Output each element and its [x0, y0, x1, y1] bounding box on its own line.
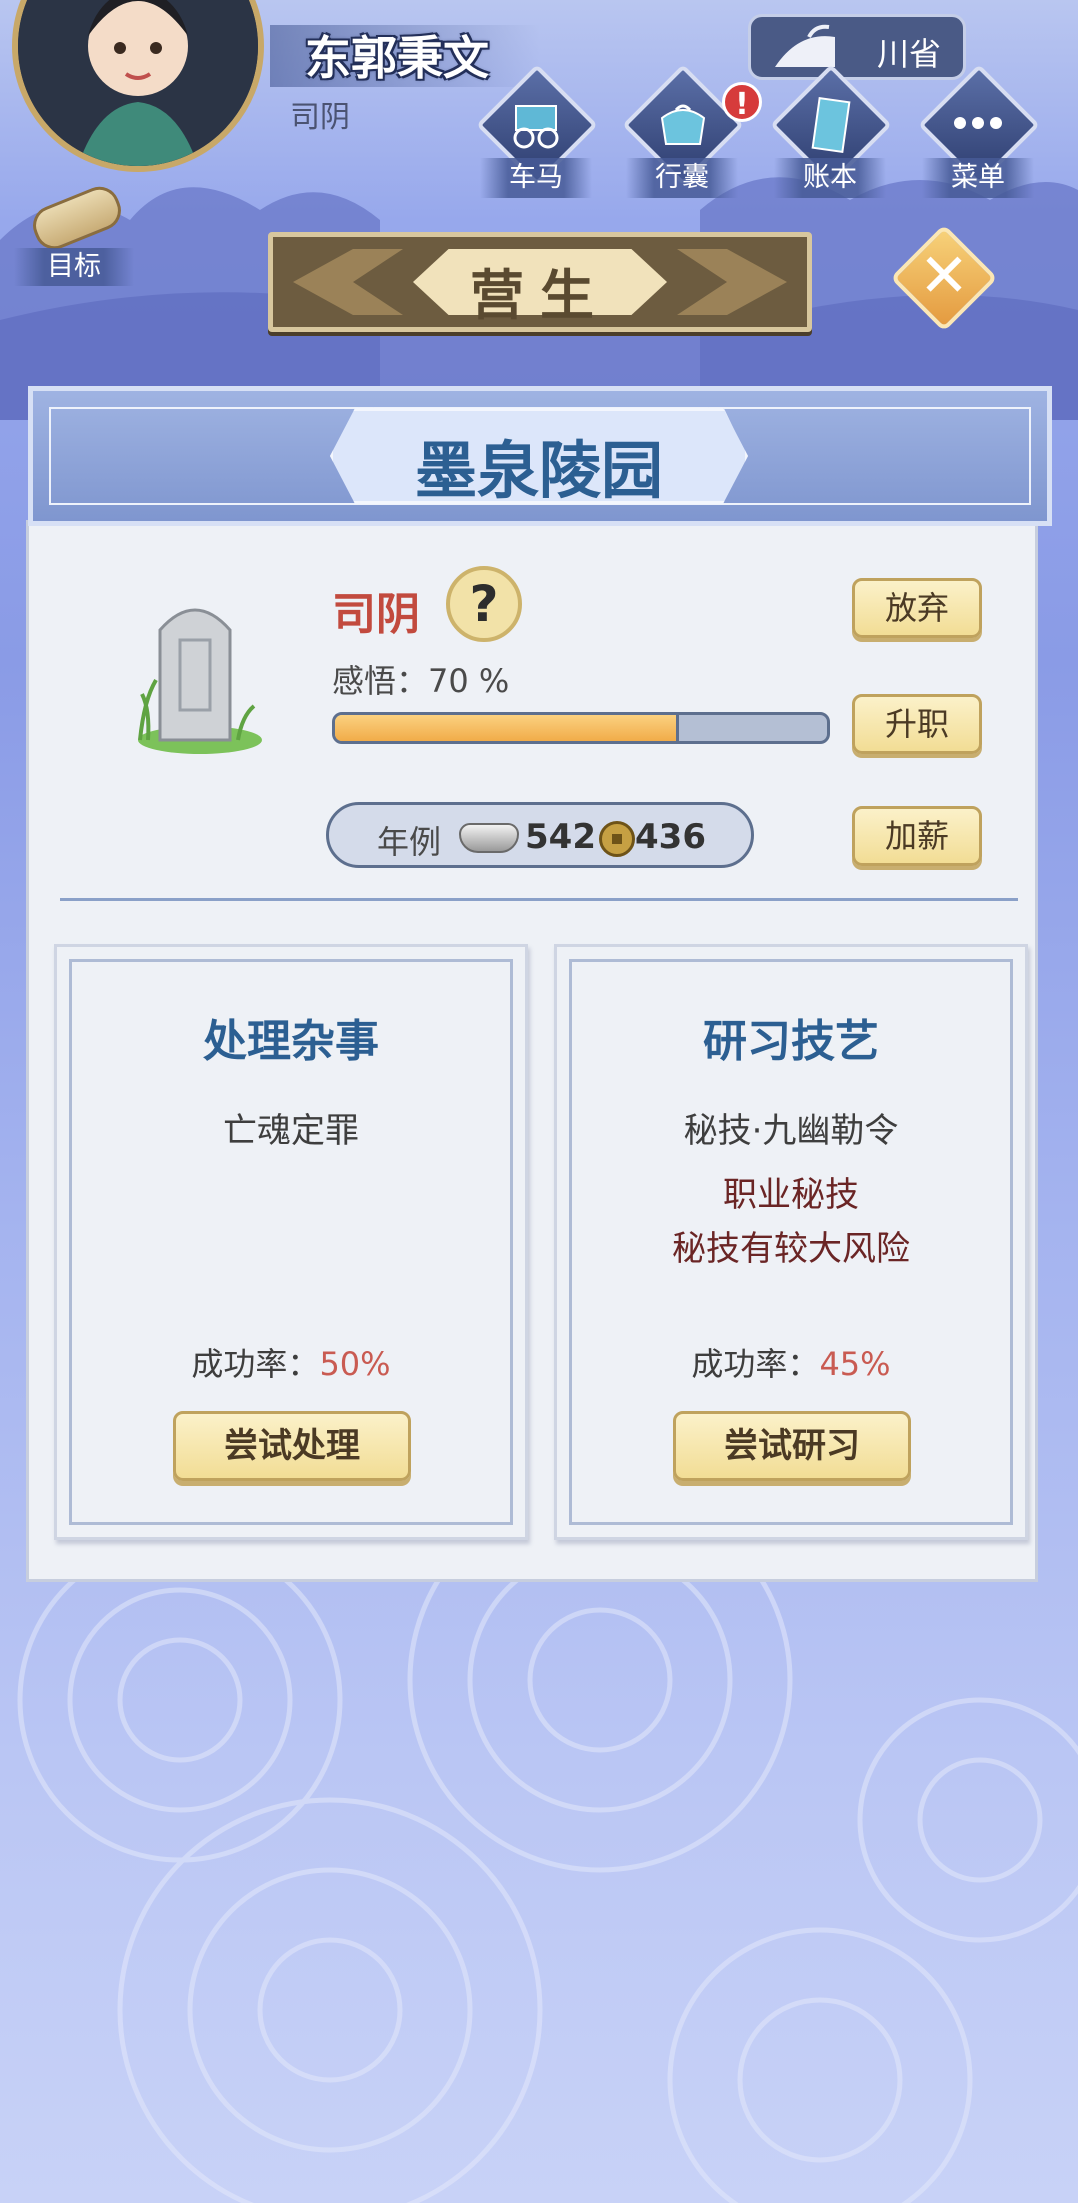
rate-value: 50% — [319, 1345, 391, 1383]
carriage-button[interactable]: 车马 — [476, 64, 598, 202]
insight-label: 感悟：70 % — [332, 662, 510, 700]
bundle-label: 行囊 — [626, 158, 738, 198]
more-icon — [954, 117, 1002, 129]
divider — [60, 898, 1018, 901]
task-title: 处理杂事 — [203, 1016, 379, 1067]
copper-coin-icon — [599, 821, 635, 857]
abandon-button[interactable]: 放弃 — [852, 578, 982, 638]
ledger-icon — [811, 97, 851, 153]
task-desc: 亡魂定罪 — [223, 1111, 359, 1151]
scroll-icon — [27, 180, 127, 256]
place-title: 墨泉陵园 — [414, 434, 663, 507]
promote-button[interactable]: 升职 — [852, 694, 982, 754]
salary-label: 年例 — [377, 823, 442, 861]
ledger-button[interactable]: 账本 — [770, 64, 892, 202]
raise-salary-button[interactable]: 加薪 — [852, 806, 982, 866]
goal-label: 目标 — [14, 248, 134, 286]
salary-box: 年例 542 436 — [326, 802, 754, 868]
task-card-study: 研习技艺 秘技·九幽勒令 职业秘技 秘技有较大风险 成功率：45% 尝试研习 — [554, 944, 1028, 1540]
region-button[interactable]: 川省 — [748, 14, 966, 80]
try-handle-button[interactable]: 尝试处理 — [173, 1411, 411, 1481]
salary-silver: 542 — [525, 817, 596, 857]
rate-label: 成功率： — [691, 1345, 820, 1383]
task-success-rate: 成功率：50% — [57, 1339, 525, 1385]
alert-badge: ! — [722, 82, 762, 122]
region-label: 川省 — [876, 35, 941, 73]
task-desc: 秘技·九幽勒令 — [683, 1111, 899, 1151]
job-name: 司阴 — [332, 589, 420, 640]
task-success-rate: 成功率：45% — [557, 1339, 1025, 1385]
task-title: 研习技艺 — [703, 1016, 879, 1067]
more-button[interactable]: 菜单 — [918, 64, 1040, 202]
carriage-label: 车马 — [480, 158, 592, 198]
player-name: 东郭秉文 — [305, 31, 489, 85]
try-study-button[interactable]: 尝试研习 — [673, 1411, 911, 1481]
goal-button[interactable]: 目标 — [14, 180, 134, 290]
section-banner: 营生 — [268, 232, 812, 332]
silver-ingot-icon — [459, 823, 519, 853]
help-icon[interactable]: ? — [446, 566, 522, 642]
bundle-icon — [660, 104, 706, 145]
ledger-label: 账本 — [774, 158, 886, 198]
tombstone-icon — [120, 590, 270, 760]
rate-label: 成功率： — [191, 1345, 320, 1383]
insight-progress-fill — [335, 715, 680, 741]
task-card-chores: 处理杂事 亡魂定罪 成功率：50% 尝试处理 — [54, 944, 528, 1540]
more-label: 菜单 — [922, 158, 1034, 198]
task-note: 秘技有较大风险 — [672, 1229, 910, 1269]
bundle-button[interactable]: ! 行囊 — [622, 64, 762, 202]
player-title: 司阴 — [290, 100, 350, 135]
swirl-pattern — [0, 1560, 1078, 2203]
salary-coin: 436 — [635, 817, 706, 857]
task-note: 职业秘技 — [723, 1175, 859, 1215]
rate-value: 45% — [819, 1345, 891, 1383]
section-title: 营生 — [470, 264, 610, 327]
insight-progress-bar — [332, 712, 830, 744]
close-icon[interactable]: ✕ — [906, 236, 982, 316]
carriage-icon — [513, 105, 559, 149]
